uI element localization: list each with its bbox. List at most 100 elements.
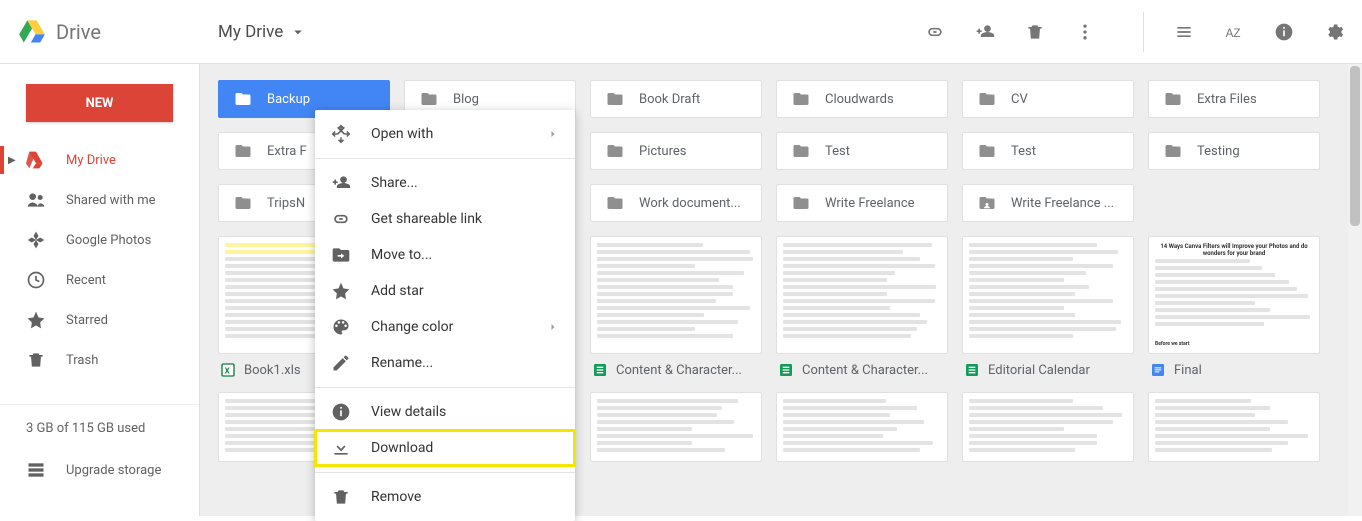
nav-my-drive[interactable]: ▶ My Drive — [0, 140, 199, 180]
menu-add-star[interactable]: Add star — [315, 273, 575, 309]
folder-card[interactable]: Test — [962, 132, 1134, 170]
nav-starred[interactable]: Starred — [0, 300, 199, 340]
rename-icon — [331, 353, 351, 373]
folder-card[interactable]: Cloudwards — [776, 80, 948, 118]
file-item[interactable] — [1148, 392, 1320, 462]
people-icon — [26, 190, 46, 210]
file-thumbnail — [776, 392, 948, 462]
palette-icon — [331, 317, 351, 337]
menu-open-with[interactable]: Open with — [315, 116, 575, 152]
folder-label: Cloudwards — [825, 92, 894, 107]
sort-az-icon[interactable]: AZ — [1224, 22, 1244, 42]
nav-label: Upgrade storage — [66, 463, 161, 478]
menu-view-details[interactable]: View details — [315, 394, 575, 430]
storage-text: 3 GB of 115 GB used — [0, 421, 199, 436]
nav-label: My Drive — [66, 153, 116, 168]
scrollbar-thumb[interactable] — [1350, 66, 1360, 226]
details-icon[interactable] — [1274, 22, 1294, 42]
settings-gear-icon[interactable] — [1324, 22, 1344, 42]
menu-label: Rename... — [371, 355, 433, 371]
folder-card[interactable]: Pictures — [590, 132, 762, 170]
file-item[interactable] — [776, 392, 948, 462]
svg-text:X: X — [225, 366, 230, 375]
menu-remove[interactable]: Remove — [315, 479, 575, 515]
file-name: Content & Character... — [802, 363, 928, 378]
folder-card[interactable]: Testing — [1148, 132, 1320, 170]
file-item[interactable]: Content & Character... — [776, 236, 948, 378]
file-thumbnail — [590, 236, 762, 354]
trash-icon — [331, 487, 351, 507]
menu-rename[interactable]: Rename... — [315, 345, 575, 381]
expand-caret-icon[interactable]: ▶ — [8, 155, 16, 166]
file-thumbnail — [1148, 392, 1320, 462]
app-name: Drive — [56, 20, 101, 44]
file-item[interactable]: 14 Ways Canva Filters will Improve your … — [1148, 236, 1320, 378]
nav-trash[interactable]: Trash — [0, 340, 199, 380]
folder-label: Write Freelance — [825, 196, 915, 211]
nav-shared[interactable]: Shared with me — [0, 180, 199, 220]
link-icon — [331, 209, 351, 229]
upgrade-storage[interactable]: Upgrade storage — [0, 450, 199, 490]
folder-label: Backup — [267, 92, 310, 107]
file-thumbnail: 14 Ways Canva Filters will Improve your … — [1148, 236, 1320, 354]
folder-card[interactable]: Work document... — [590, 184, 762, 222]
nav-label: Recent — [66, 273, 106, 288]
nav-recent[interactable]: Recent — [0, 260, 199, 300]
nav-label: Trash — [66, 353, 98, 368]
menu-label: Get shareable link — [371, 211, 482, 227]
menu-label: Move to... — [371, 247, 432, 263]
folder-label: Pictures — [639, 144, 686, 159]
menu-download[interactable]: Download — [315, 430, 575, 466]
nav-photos[interactable]: Google Photos — [0, 220, 199, 260]
menu-move-to[interactable]: Move to... — [315, 237, 575, 273]
moveto-icon — [331, 245, 351, 265]
folder-label: Test — [825, 144, 850, 159]
folder-card[interactable]: Write Freelance ... — [962, 184, 1134, 222]
file-name: Content & Character... — [616, 363, 742, 378]
file-name: Book1.xls — [244, 363, 301, 378]
folder-label: Testing — [1197, 144, 1240, 159]
menu-change-color[interactable]: Change color — [315, 309, 575, 345]
header-divider — [1143, 12, 1144, 52]
star-icon — [331, 281, 351, 301]
drive-logo-icon — [18, 18, 46, 46]
file-item[interactable]: Editorial Calendar — [962, 236, 1134, 378]
folder-card[interactable]: Write Freelance — [776, 184, 948, 222]
menu-share[interactable]: Share... — [315, 165, 575, 201]
chevron-down-icon — [289, 23, 307, 41]
breadcrumb-label: My Drive — [218, 22, 283, 42]
star-icon — [26, 310, 46, 330]
file-name: Editorial Calendar — [988, 363, 1090, 378]
menu-label: Share... — [371, 175, 418, 191]
folder-label: Extra F — [267, 144, 307, 159]
download-icon — [331, 438, 351, 458]
file-thumbnail — [590, 392, 762, 462]
open-icon — [331, 124, 351, 144]
list-view-icon[interactable] — [1174, 22, 1194, 42]
file-name: Final — [1174, 363, 1202, 378]
folder-card[interactable]: Test — [776, 132, 948, 170]
svg-text:AZ: AZ — [1226, 27, 1241, 40]
drive-folder-icon — [26, 150, 46, 170]
folder-card[interactable]: Book Draft — [590, 80, 762, 118]
file-thumbnail — [776, 236, 948, 354]
file-item[interactable]: Content & Character... — [590, 236, 762, 378]
photos-icon — [26, 230, 46, 250]
new-button[interactable]: NEW — [26, 84, 173, 122]
more-vert-icon[interactable] — [1075, 22, 1095, 42]
menu-get-shareable-link[interactable]: Get shareable link — [315, 201, 575, 237]
folder-card[interactable]: CV — [962, 80, 1134, 118]
trash-icon — [26, 350, 46, 370]
trash-icon[interactable] — [1025, 22, 1045, 42]
file-item[interactable] — [962, 392, 1134, 462]
file-item[interactable] — [590, 392, 762, 462]
menu-label: Add star — [371, 283, 424, 299]
folder-card[interactable]: Extra Files — [1148, 80, 1320, 118]
folder-label: Extra Files — [1197, 92, 1257, 107]
menu-label: Change color — [371, 319, 453, 335]
add-person-icon[interactable] — [975, 22, 995, 42]
folder-label: Write Freelance ... — [1011, 196, 1114, 211]
share-link-icon[interactable] — [925, 22, 945, 42]
nav-label: Shared with me — [66, 193, 156, 208]
breadcrumb[interactable]: My Drive — [218, 22, 307, 42]
